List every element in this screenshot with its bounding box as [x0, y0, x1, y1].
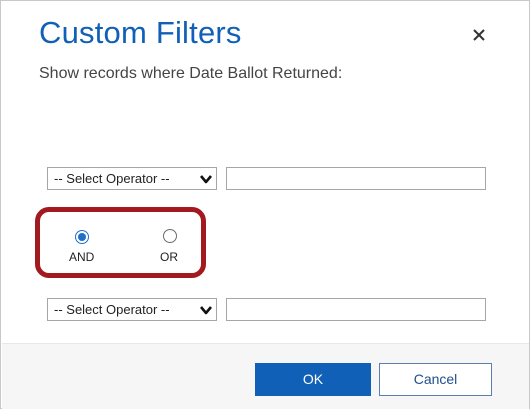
or-radio[interactable] [163, 229, 177, 243]
filter-value-input-2[interactable] [226, 298, 486, 321]
operator-select-2[interactable]: -- Select Operator -- [47, 298, 217, 321]
cancel-button[interactable]: Cancel [379, 363, 492, 396]
highlight-frame [35, 207, 206, 278]
ok-button[interactable]: OK [255, 363, 371, 396]
filter-value-input-1[interactable] [226, 167, 486, 190]
operator-select-1-value: -- Select Operator -- [54, 171, 170, 186]
custom-filters-dialog: Custom Filters Show records where Date B… [0, 0, 530, 409]
dialog-title: Custom Filters [39, 15, 242, 50]
chevron-down-icon [199, 303, 213, 317]
and-radio[interactable] [75, 230, 89, 244]
dialog-subtitle: Show records where Date Ballot Returned: [39, 65, 343, 82]
chevron-down-icon [199, 172, 213, 186]
operator-select-2-value: -- Select Operator -- [54, 302, 170, 317]
and-label: AND [69, 250, 95, 264]
close-icon[interactable] [469, 25, 489, 45]
operator-select-1[interactable]: -- Select Operator -- [47, 167, 217, 190]
or-label: OR [160, 250, 178, 264]
